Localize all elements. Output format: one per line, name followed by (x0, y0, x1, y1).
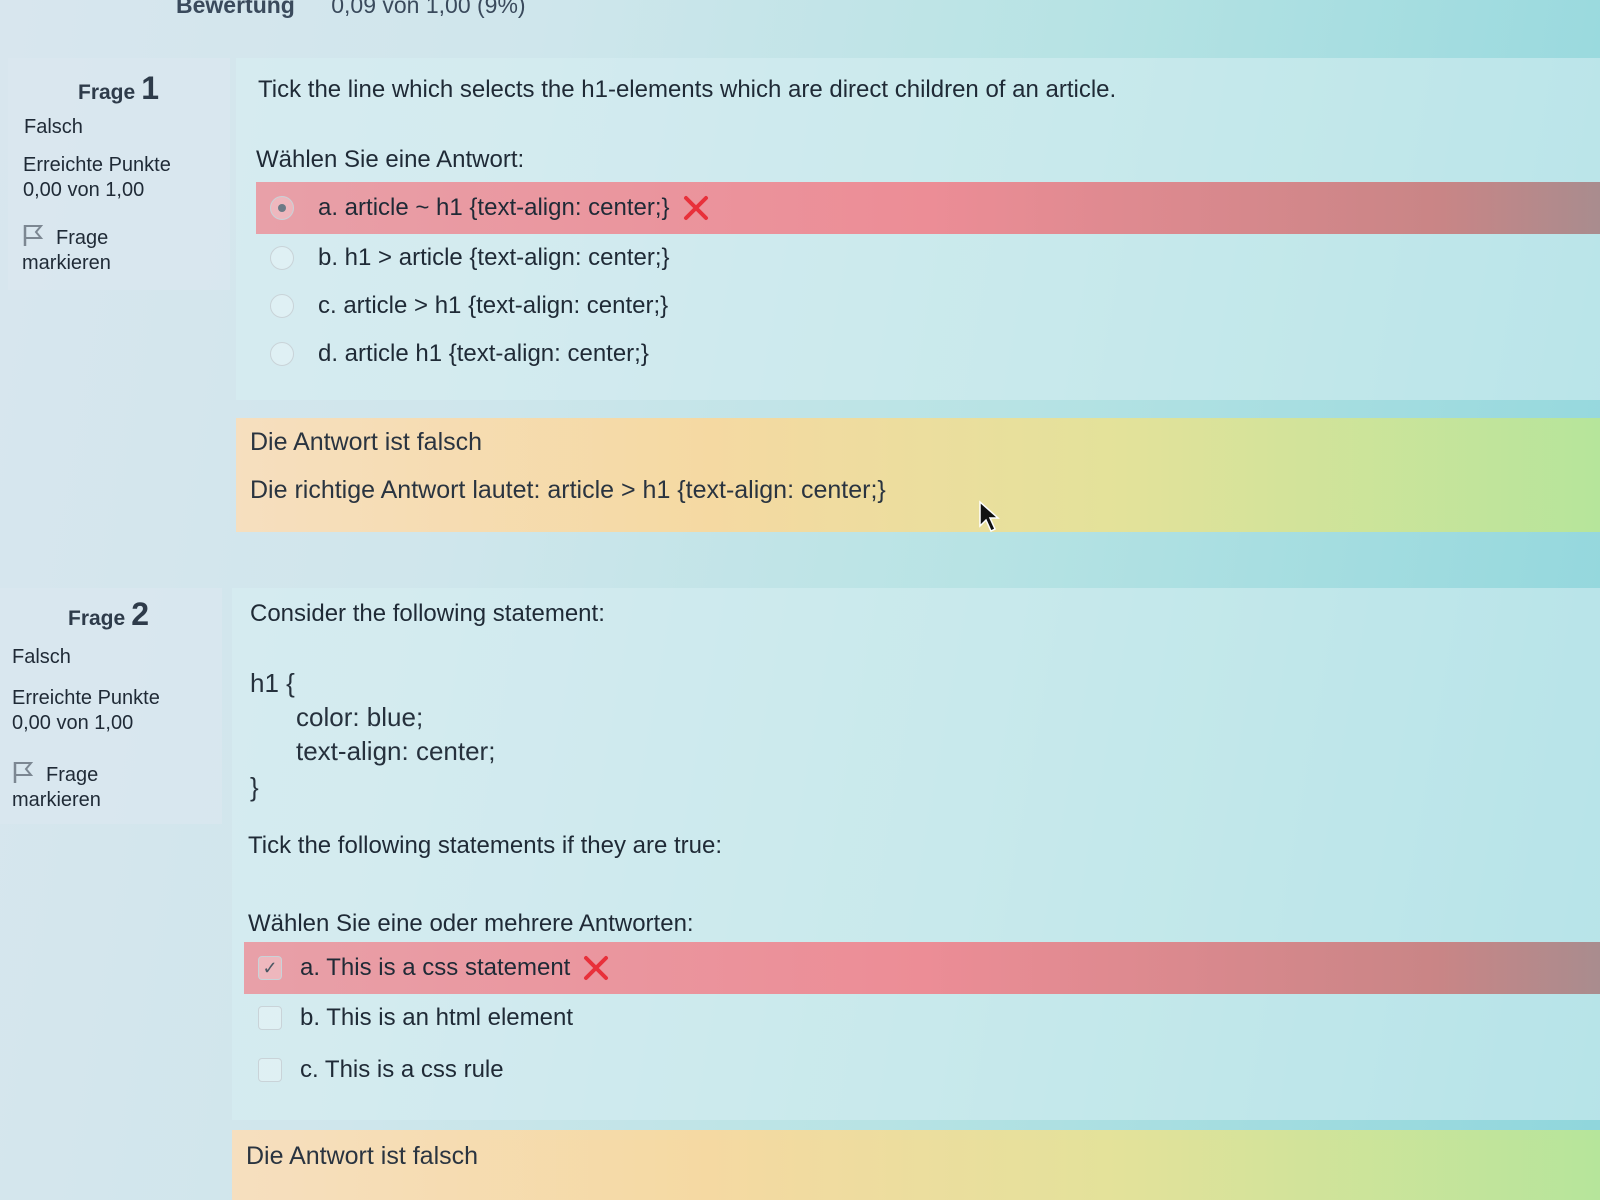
question-1-feedback: Die Antwort ist falsch Die richtige Antw… (236, 418, 1600, 532)
question-2-number: Frage 2 (68, 596, 149, 633)
answer-label-c: c. article > h1 {text-align: center;} (318, 292, 669, 319)
answer-checkbox-c[interactable] (258, 1058, 282, 1082)
question-1-number: Frage 1 (78, 70, 159, 107)
question-2-state: Falsch (12, 646, 71, 668)
question-1-prompt: Wählen Sie eine Antwort: (256, 146, 525, 173)
question-2-text-2: Tick the following statements if they ar… (248, 832, 722, 859)
code-line-3: text-align: center; (296, 736, 496, 766)
grade-summary: Bewertung 0,09 von 1,00 (9%) (176, 0, 526, 19)
answer-checkbox-b[interactable] (258, 1006, 282, 1030)
question-2-prompt: Wählen Sie eine oder mehrere Antworten: (248, 910, 694, 937)
question-2-content: Consider the following statement: h1 { c… (232, 588, 1600, 1120)
question-number: 1 (141, 70, 159, 106)
close-icon (584, 956, 609, 980)
code-line-2: color: blue; (296, 702, 424, 732)
flag-label-2: markieren (12, 789, 101, 811)
code-line-1: h1 { (250, 668, 295, 698)
answer-option-a[interactable]: a. article ~ h1 {text-align: center;} (256, 182, 1600, 234)
answer-label-a: a. This is a css statement (300, 954, 571, 981)
question-2-text: Consider the following statement: (250, 600, 605, 627)
answer-label-b: b. This is an html element (300, 1004, 574, 1031)
mouse-pointer-icon (979, 500, 1000, 533)
answer-label-d: d. article h1 {text-align: center;} (318, 340, 649, 367)
question-2-info: Frage 2 Falsch Erreichte Punkte 0,00 von … (0, 588, 222, 824)
flag-label: Frage (46, 764, 99, 786)
question-1-grade: Erreichte Punkte 0,00 von 1,00 (23, 153, 171, 203)
question-1-content: Tick the line which selects the h1-eleme… (236, 58, 1600, 400)
close-icon (683, 196, 708, 220)
grade-label: Bewertung (176, 0, 295, 18)
grade-title: Erreichte Punkte (12, 687, 160, 709)
grade-value: 0,09 von 1,00 (9%) (331, 0, 526, 18)
flag-label-2: markieren (22, 252, 111, 274)
answer-option-a[interactable]: ✓ a. This is a css statement (244, 942, 1600, 994)
answer-checkbox-a[interactable]: ✓ (258, 956, 282, 980)
flag-label: Frage (56, 227, 109, 249)
answer-label-a: a. article ~ h1 {text-align: center;} (318, 194, 670, 221)
feedback-right-answer: Die richtige Antwort lautet: article > h… (250, 476, 886, 504)
question-label: Frage (68, 607, 126, 630)
code-line-4: } (250, 772, 259, 802)
answer-option-d[interactable]: d. article h1 {text-align: center;} (256, 328, 1600, 380)
answer-radio-b[interactable] (270, 246, 294, 270)
answer-label-c: c. This is a css rule (300, 1056, 504, 1083)
flag-question-1-button[interactable]: Frage markieren (22, 223, 111, 276)
question-number: 2 (131, 596, 149, 632)
question-2-feedback: Die Antwort ist falsch (232, 1130, 1600, 1200)
grade-value: 0,00 von 1,00 (23, 179, 145, 201)
answer-radio-d[interactable] (270, 342, 294, 366)
answer-option-c[interactable]: c. article > h1 {text-align: center;} (256, 280, 1600, 332)
answer-radio-c[interactable] (270, 294, 294, 318)
feedback-state: Die Antwort ist falsch (246, 1142, 479, 1170)
question-2-grade: Erreichte Punkte 0,00 von 1,00 (12, 686, 160, 736)
grade-value: 0,00 von 1,00 (12, 712, 134, 734)
question-1-state: Falsch (24, 116, 83, 138)
answer-label-b: b. h1 > article {text-align: center;} (318, 244, 670, 271)
answer-option-b[interactable]: b. h1 > article {text-align: center;} (256, 232, 1600, 284)
question-1-text: Tick the line which selects the h1-eleme… (258, 76, 1117, 103)
answer-option-c[interactable]: c. This is a css rule (244, 1044, 1600, 1096)
answer-radio-a[interactable] (270, 196, 294, 220)
feedback-state: Die Antwort ist falsch (250, 428, 483, 456)
answer-option-b[interactable]: b. This is an html element (244, 992, 1600, 1044)
flag-question-2-button[interactable]: Frage markieren (12, 760, 101, 813)
flag-icon (23, 225, 44, 246)
flag-icon (13, 762, 34, 783)
grade-title: Erreichte Punkte (23, 154, 171, 176)
question-label: Frage (78, 81, 136, 104)
question-1-info: Frage 1 Falsch Erreichte Punkte 0,00 von … (8, 58, 230, 290)
